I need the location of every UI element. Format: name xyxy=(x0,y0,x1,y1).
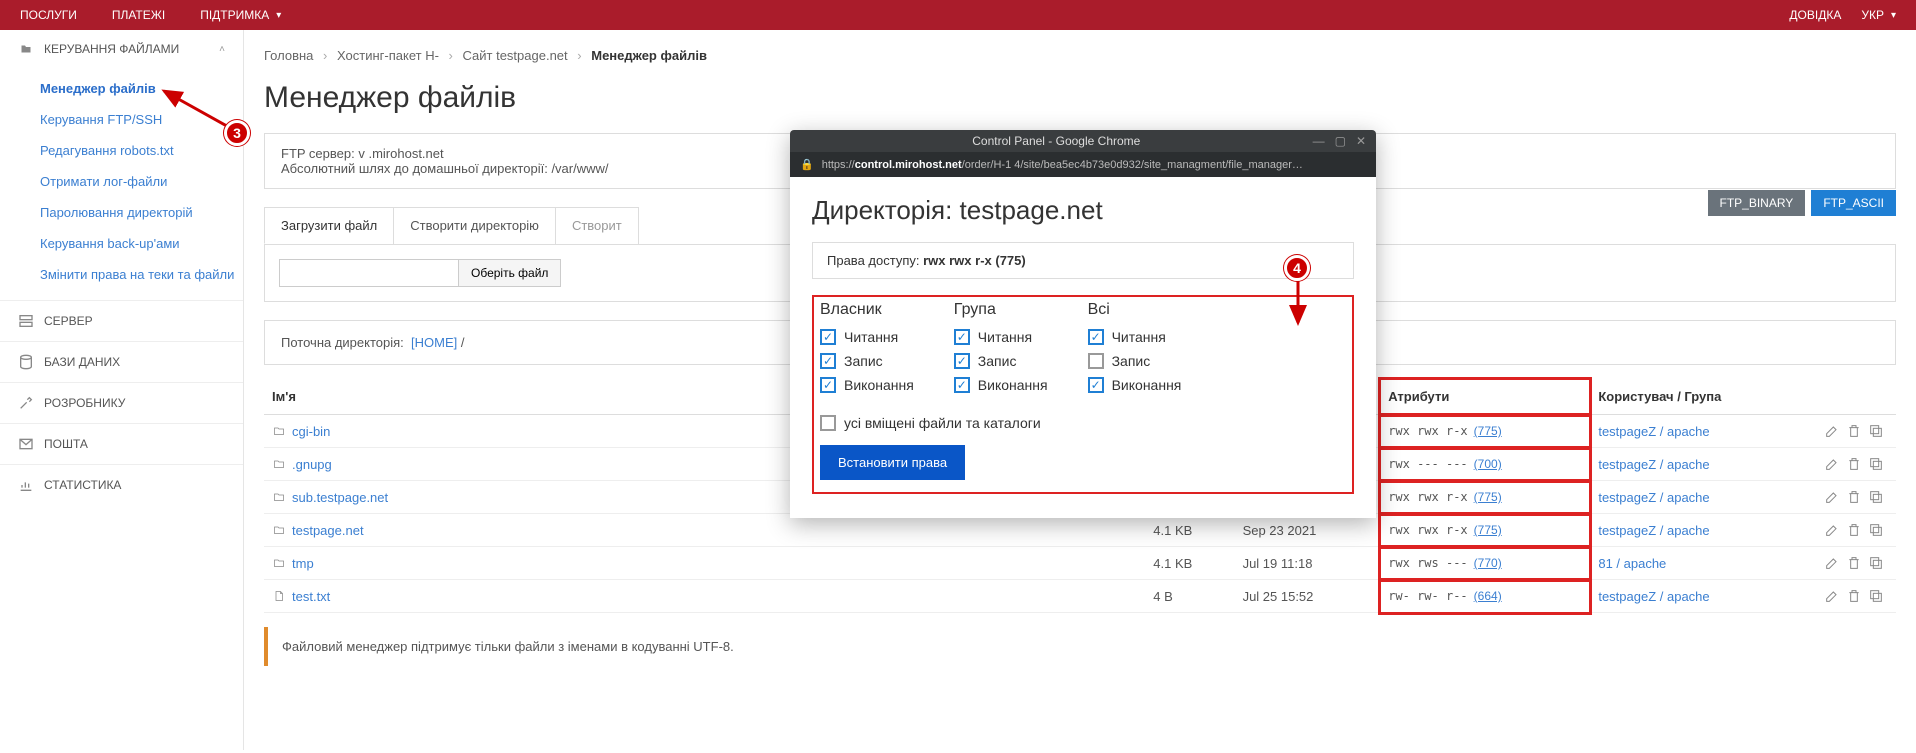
edit-icon[interactable] xyxy=(1824,456,1840,472)
page-title: Менеджер файлів xyxy=(264,81,1896,115)
chmod-link[interactable]: (770) xyxy=(1474,556,1502,570)
select-file-button[interactable]: Оберіть файл xyxy=(458,259,561,287)
main-content: Головна › Хостинг-пакет H- › Сайт testpa… xyxy=(244,30,1916,750)
tab-upload[interactable]: Загрузити файл xyxy=(264,207,394,244)
annotation-arrow-4 xyxy=(1288,279,1308,331)
copy-icon[interactable] xyxy=(1868,588,1884,604)
server-icon xyxy=(18,313,34,329)
annotation-badge-3: 3 xyxy=(224,120,250,146)
trash-icon[interactable] xyxy=(1846,423,1862,439)
trash-icon[interactable] xyxy=(1846,522,1862,538)
maximize-icon[interactable]: ▢ xyxy=(1335,134,1346,148)
sidebar-item-logs[interactable]: Отримати лог-файли xyxy=(40,166,243,197)
col-usergroup: Користувач / Група xyxy=(1590,379,1816,415)
edit-icon[interactable] xyxy=(1824,423,1840,439)
checkbox-2-2[interactable]: ✓ xyxy=(1088,377,1104,393)
nav-services[interactable]: ПОСЛУГИ xyxy=(20,8,77,22)
edit-icon[interactable] xyxy=(1824,489,1840,505)
checkbox-all-files[interactable] xyxy=(820,415,836,431)
trash-icon[interactable] xyxy=(1846,456,1862,472)
set-permissions-button[interactable]: Встановити права xyxy=(820,445,965,480)
lock-icon: 🔒 xyxy=(800,158,814,171)
sidebar-group-files[interactable]: КЕРУВАННЯ ФАЙЛАМИ ˄ xyxy=(0,30,243,68)
permissions-panel: Власник ✓ Читання ✓ Запис ✓ Виконання Гр… xyxy=(812,295,1354,494)
home-link[interactable]: [HOME] xyxy=(411,335,457,350)
crumb-site[interactable]: Сайт testpage.net xyxy=(463,48,568,63)
top-navbar: ПОСЛУГИ ПЛАТЕЖІ ПІДТРИМКА ДОВІДКА УКР xyxy=(0,0,1916,30)
checkbox-0-0[interactable]: ✓ xyxy=(820,329,836,345)
copy-icon[interactable] xyxy=(1868,423,1884,439)
sidebar-item-robots[interactable]: Редагування robots.txt xyxy=(40,135,243,166)
sidebar-group-label: КЕРУВАННЯ ФАЙЛАМИ xyxy=(44,42,179,56)
chevron-up-icon: ˄ xyxy=(219,44,225,55)
crumb-package[interactable]: Хостинг-пакет H- xyxy=(337,48,439,63)
popup-window-title: Control Panel - Google Chrome xyxy=(800,134,1313,148)
copy-icon[interactable] xyxy=(1868,555,1884,571)
chmod-link[interactable]: (664) xyxy=(1474,589,1502,603)
sidebar-group-dev[interactable]: РОЗРОБНИКУ xyxy=(0,382,243,423)
file-link[interactable]: testpage.net xyxy=(272,523,1137,538)
annotation-badge-4: 4 xyxy=(1284,255,1310,281)
table-row: test.txt 4 B Jul 25 15:52 rw- rw- r--(66… xyxy=(264,580,1896,613)
crumb-current: Менеджер файлів xyxy=(591,48,707,63)
folder-icon xyxy=(18,43,34,55)
sidebar-group-stats[interactable]: СТАТИСТИКА xyxy=(0,464,243,505)
col-attrs: Атрибути xyxy=(1380,379,1590,415)
upload-filename-input[interactable] xyxy=(279,259,459,287)
sidebar-group-db[interactable]: БАЗИ ДАНИХ xyxy=(0,341,243,382)
table-row: tmp 4.1 KB Jul 19 11:18 rwx rws ---(770)… xyxy=(264,547,1896,580)
edit-icon[interactable] xyxy=(1824,522,1840,538)
trash-icon[interactable] xyxy=(1846,489,1862,505)
sidebar-item-chmod[interactable]: Змінити права на теки та файли xyxy=(40,259,243,290)
ftp-binary-button[interactable]: FTP_BINARY xyxy=(1708,190,1806,216)
close-icon[interactable]: ✕ xyxy=(1356,134,1366,148)
checkbox-2-0[interactable]: ✓ xyxy=(1088,329,1104,345)
edit-icon[interactable] xyxy=(1824,555,1840,571)
chmod-link[interactable]: (775) xyxy=(1474,523,1502,537)
copy-icon[interactable] xyxy=(1868,489,1884,505)
ftp-ascii-button[interactable]: FTP_ASCII xyxy=(1811,190,1896,216)
rights-summary: Права доступу: rwx rwx r-x (775) xyxy=(812,242,1354,279)
checkbox-0-2[interactable]: ✓ xyxy=(820,377,836,393)
file-link[interactable]: tmp xyxy=(272,556,1137,571)
copy-icon[interactable] xyxy=(1868,522,1884,538)
wrench-icon xyxy=(18,395,34,411)
checkbox-2-1[interactable] xyxy=(1088,353,1104,369)
chmod-link[interactable]: (700) xyxy=(1474,457,1502,471)
utf8-warning: Файловий менеджер підтримує тільки файли… xyxy=(264,627,1896,666)
table-row: testpage.net 4.1 KB Sep 23 2021 rwx rwx … xyxy=(264,514,1896,547)
sidebar-item-backups[interactable]: Керування back-up'ами xyxy=(40,228,243,259)
chmod-link[interactable]: (775) xyxy=(1474,490,1502,504)
checkbox-1-1[interactable]: ✓ xyxy=(954,353,970,369)
popup-title: Директорія: testpage.net xyxy=(812,195,1354,226)
nav-support[interactable]: ПІДТРИМКА xyxy=(200,8,281,22)
trash-icon[interactable] xyxy=(1846,555,1862,571)
nav-lang[interactable]: УКР xyxy=(1861,8,1896,22)
checkbox-1-0[interactable]: ✓ xyxy=(954,329,970,345)
trash-icon[interactable] xyxy=(1846,588,1862,604)
database-icon xyxy=(18,354,34,370)
popup-urlbar: 🔒 https://control.mirohost.net/order/H-1… xyxy=(790,152,1376,177)
nav-help[interactable]: ДОВІДКА xyxy=(1789,8,1841,22)
breadcrumb: Головна › Хостинг-пакет H- › Сайт testpa… xyxy=(264,42,1896,81)
crumb-home[interactable]: Головна xyxy=(264,48,313,63)
chart-icon xyxy=(18,477,34,493)
popup-titlebar: Control Panel - Google Chrome — ▢ ✕ xyxy=(790,130,1376,152)
chmod-link[interactable]: (775) xyxy=(1474,424,1502,438)
tab-create-cut[interactable]: Створит xyxy=(555,207,639,244)
sidebar-group-mail[interactable]: ПОШТА xyxy=(0,423,243,464)
sidebar-group-server[interactable]: СЕРВЕР xyxy=(0,300,243,341)
sidebar: КЕРУВАННЯ ФАЙЛАМИ ˄ Менеджер файлів Керу… xyxy=(0,30,244,750)
checkbox-0-1[interactable]: ✓ xyxy=(820,353,836,369)
minimize-icon[interactable]: — xyxy=(1313,134,1325,148)
checkbox-1-2[interactable]: ✓ xyxy=(954,377,970,393)
mail-icon xyxy=(18,436,34,452)
file-link[interactable]: test.txt xyxy=(272,589,1137,604)
tab-create-dir[interactable]: Створити директорію xyxy=(393,207,556,244)
nav-payments[interactable]: ПЛАТЕЖІ xyxy=(112,8,165,22)
copy-icon[interactable] xyxy=(1868,456,1884,472)
edit-icon[interactable] xyxy=(1824,588,1840,604)
sidebar-item-password-dirs[interactable]: Паролювання директорій xyxy=(40,197,243,228)
